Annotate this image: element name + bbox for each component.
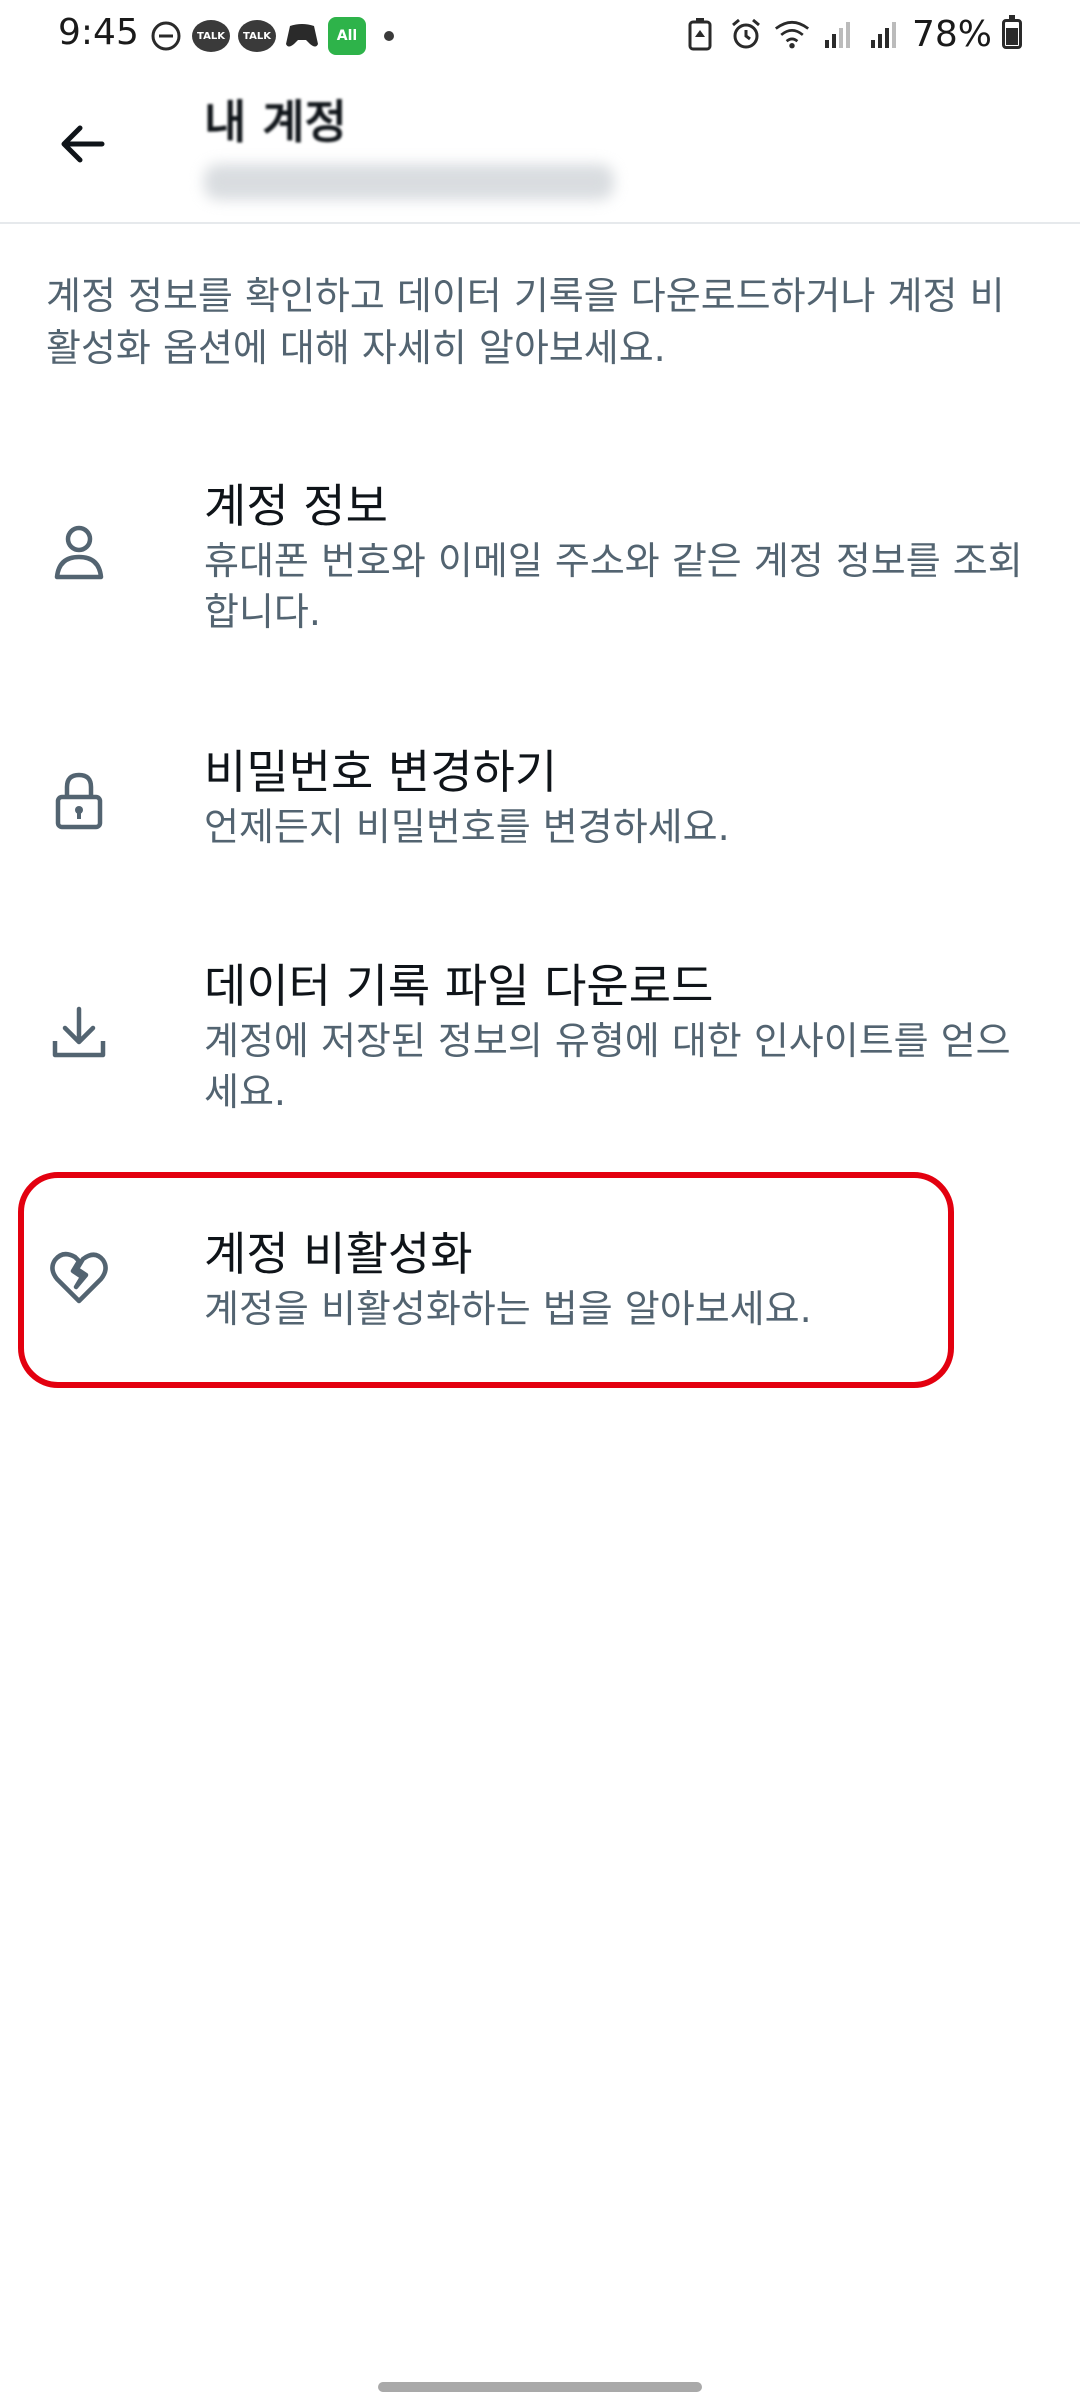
person-icon: [46, 520, 112, 586]
app-bar: 내 계정: [0, 72, 1080, 224]
kakaotalk-icon: TALK: [238, 20, 276, 52]
game-icon: [284, 18, 320, 54]
all-app-label: All: [336, 28, 358, 44]
menu-item-title: 비밀번호 변경하기: [204, 745, 558, 799]
download-icon: [46, 1000, 112, 1066]
battery-saver-icon: [682, 16, 718, 52]
menu-item-description: 언제든지 비밀번호를 변경하세요.: [204, 805, 730, 849]
alarm-icon: [728, 16, 764, 52]
menu-item-download-data[interactable]: 데이터 기록 파일 다운로드 계정에 저장된 정보의 유형에 대한 인사이트를 …: [0, 950, 1080, 1120]
menu-item-description: 계정에 저장된 정보의 유형에 대한 인사이트를 얻으세요.: [204, 1019, 1011, 1114]
back-arrow-icon: [61, 125, 105, 163]
do-not-disturb-icon: [148, 18, 184, 54]
menu-item-title: 데이터 기록 파일 다운로드: [204, 959, 714, 1013]
status-time: 9:45: [58, 12, 139, 53]
kakaotalk-icon: TALK: [192, 20, 230, 52]
menu-item-change-password[interactable]: 비밀번호 변경하기 언제든지 비밀번호를 변경하세요.: [0, 736, 1080, 856]
menu-item-account-info[interactable]: 계정 정보 휴대폰 번호와 이메일 주소와 같은 계정 정보를 조회합니다.: [0, 470, 1080, 640]
menu-item-title: 계정 정보: [204, 479, 388, 533]
system-icons: 78%: [682, 13, 1022, 55]
lock-icon: [46, 768, 112, 834]
back-button[interactable]: [52, 114, 112, 174]
page-title: 내 계정: [204, 95, 347, 149]
notification-icons: TALK TALK All: [148, 16, 394, 56]
all-app-icon: All: [328, 17, 366, 55]
intro-text: 계정 정보를 확인하고 데이터 기록을 다운로드하거나 계정 비활성화 옵션에 …: [46, 274, 1005, 370]
wifi-icon: [774, 16, 810, 52]
notification-dot: [384, 31, 394, 41]
battery-percentage: 78%: [911, 13, 992, 55]
battery-icon: [1002, 15, 1022, 49]
highlight-box: [18, 1172, 954, 1388]
menu-item-description: 휴대폰 번호와 이메일 주소와 같은 계정 정보를 조회합니다.: [204, 539, 1023, 634]
account-handle-redacted: [204, 164, 614, 200]
home-gesture-bar[interactable]: [378, 2382, 702, 2392]
signal-icon: [866, 16, 902, 52]
status-bar: 9:45 TALK TALK All 78%: [0, 0, 1080, 72]
signal-icon: [820, 16, 856, 52]
